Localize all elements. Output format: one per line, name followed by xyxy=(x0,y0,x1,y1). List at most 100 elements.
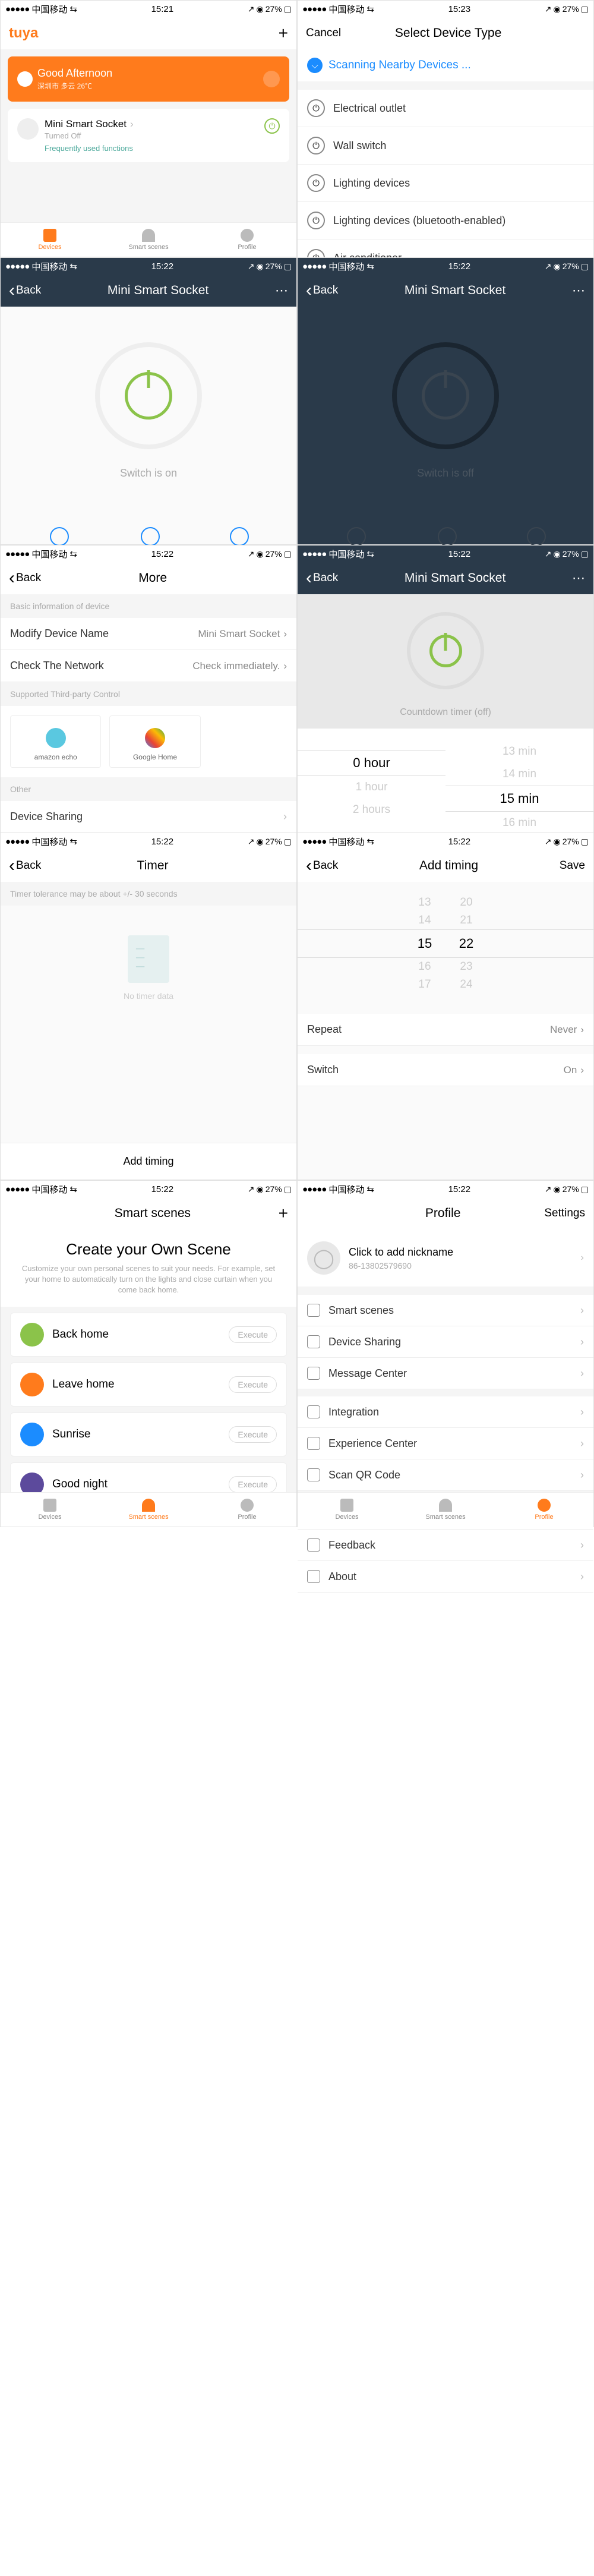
profile-row[interactable]: Feedback› xyxy=(298,1530,593,1561)
chevron-right-icon: › xyxy=(580,1539,584,1552)
scanning-row[interactable]: ⌵Scanning Nearby Devices ... xyxy=(298,49,593,81)
more-icon[interactable]: ⋯ xyxy=(572,283,585,298)
more-icon[interactable]: ⋯ xyxy=(572,570,585,586)
screen-home: ●●●●●中国移动⇆ 15:21 ↗◉27%▢ tuya + Good Afte… xyxy=(0,0,297,257)
profile-header[interactable]: ◯ Click to add nickname86-13802579690 › xyxy=(298,1229,593,1287)
page-title: Smart scenes xyxy=(115,1206,191,1221)
timer-icon xyxy=(527,527,546,546)
back-button[interactable]: Back xyxy=(9,572,41,585)
profile-row[interactable]: Smart scenes› xyxy=(298,1295,593,1326)
chevron-right-icon: › xyxy=(580,1064,584,1076)
settings-button[interactable]: Settings xyxy=(544,1207,585,1220)
row-icon xyxy=(307,1304,320,1317)
row-icon xyxy=(307,1335,320,1348)
option-row[interactable]: Device Sharing› xyxy=(1,801,296,833)
nickname: Click to add nickname xyxy=(349,1246,453,1259)
power-icon[interactable]: ⏻ xyxy=(264,118,280,134)
logo: tuya xyxy=(9,25,38,42)
back-button[interactable]: Back xyxy=(9,284,41,297)
status-bar: ●●●●●中国移动⇆ 15:23 ↗◉27%▢ xyxy=(298,1,593,17)
avatar-icon: ◯ xyxy=(307,1241,340,1275)
weather-card[interactable]: Good Afternoon深圳市 多云 26℃ xyxy=(8,56,289,102)
power-icon xyxy=(125,372,172,420)
profile-row[interactable]: Integration› xyxy=(298,1396,593,1428)
tab-scenes[interactable]: Smart scenes xyxy=(396,1493,495,1527)
add-icon[interactable]: + xyxy=(279,24,288,43)
cancel-button[interactable]: Cancel xyxy=(306,27,341,40)
alexa-box[interactable]: amazon echo xyxy=(10,715,101,768)
chevron-right-icon: › xyxy=(283,811,287,823)
nav-icon: ↗ xyxy=(248,4,255,14)
tab-profile[interactable]: Profile xyxy=(495,1493,593,1527)
scene-icon xyxy=(20,1323,44,1347)
google-box[interactable]: Google Home xyxy=(109,715,200,768)
countdown-icon xyxy=(141,527,160,546)
profile-row[interactable]: Experience Center› xyxy=(298,1428,593,1459)
switch-status: Switch is off xyxy=(298,467,593,480)
back-button[interactable]: Back xyxy=(306,572,338,585)
profile-row[interactable]: Message Center› xyxy=(298,1358,593,1389)
add-timing-button[interactable]: Add timing xyxy=(1,1143,296,1180)
device-type-row[interactable]: ⏻Lighting devices (bluetooth-enabled) xyxy=(298,202,593,239)
profile-row[interactable]: Device Sharing› xyxy=(298,1326,593,1358)
execute-button[interactable]: Execute xyxy=(229,1476,277,1493)
nav: Back Mini Smart Socket ⋯ xyxy=(298,562,593,594)
status-bar: ●●●●●中国移动⇆ 15:22 ↗◉27%▢ xyxy=(298,258,593,275)
status-bar: ●●●●●中国移动⇆ 15:22 ↗◉27%▢ xyxy=(298,1181,593,1197)
freq-functions[interactable]: Frequently used functions xyxy=(45,144,258,153)
chevron-right-icon: › xyxy=(130,118,134,130)
chevron-right-icon: › xyxy=(580,1367,584,1380)
section-header: Supported Third-party Control xyxy=(1,682,296,706)
page-title: Mini Smart Socket xyxy=(405,571,505,585)
execute-button[interactable]: Execute xyxy=(229,1426,277,1443)
nav: Smart scenes + xyxy=(1,1197,296,1229)
switch-row[interactable]: SwitchOn› xyxy=(298,1054,593,1086)
chevron-right-icon: › xyxy=(580,1024,584,1036)
tab-scenes[interactable]: Smart scenes xyxy=(99,1493,198,1527)
tab-devices[interactable]: Devices xyxy=(298,1493,396,1527)
profile-row[interactable]: About› xyxy=(298,1561,593,1593)
back-button[interactable]: Back xyxy=(9,859,41,872)
page-title: Profile xyxy=(425,1206,461,1221)
back-button[interactable]: Back xyxy=(306,859,338,872)
repeat-row[interactable]: RepeatNever› xyxy=(298,1014,593,1046)
power-button[interactable] xyxy=(392,342,499,449)
add-icon[interactable]: + xyxy=(279,1204,288,1223)
chevron-right-icon: › xyxy=(580,1437,584,1450)
tab-devices[interactable]: Devices xyxy=(1,223,99,257)
tab-scenes[interactable]: Smart scenes xyxy=(99,223,198,257)
execute-button[interactable]: Execute xyxy=(229,1326,277,1343)
time-picker[interactable]: 1320 1421 1522 1623 1724 xyxy=(298,882,593,1005)
power-icon xyxy=(429,635,462,667)
scene-row[interactable]: SunriseExecute xyxy=(10,1412,287,1456)
device-type-row[interactable]: ⏻Lighting devices xyxy=(298,165,593,202)
save-button[interactable]: Save xyxy=(560,859,585,872)
tab-profile[interactable]: Profile xyxy=(198,1493,296,1527)
clock: 15:21 xyxy=(151,4,174,14)
profile-row[interactable]: Scan QR Code› xyxy=(298,1459,593,1491)
page-title: Mini Smart Socket xyxy=(108,283,208,298)
tab-devices[interactable]: Devices xyxy=(1,1493,99,1527)
scan-text: Scanning Nearby Devices ... xyxy=(328,59,471,72)
device-type-row[interactable]: ⏻Electrical outlet xyxy=(298,90,593,127)
power-button[interactable] xyxy=(95,342,202,449)
section-header: Other xyxy=(1,777,296,801)
chevron-right-icon: › xyxy=(580,1571,584,1583)
scene-row[interactable]: Back homeExecute xyxy=(10,1313,287,1357)
more-icon[interactable]: ⋯ xyxy=(275,283,288,298)
scene-icon xyxy=(20,1423,44,1446)
scene-row[interactable]: Leave homeExecute xyxy=(10,1363,287,1407)
modify-name-row[interactable]: Modify Device NameMini Smart Socket› xyxy=(1,618,296,650)
mic-icon[interactable] xyxy=(263,71,280,87)
time-picker[interactable]: 0 hour1 hour2 hours13 min14 min15 min16 … xyxy=(298,729,593,841)
chevron-right-icon: › xyxy=(283,628,287,640)
screen-switch-on: ●●●●●中国移动⇆ 15:22 ↗◉27%▢ Back Mini Smart … xyxy=(0,257,297,545)
status-bar: ●●●●●中国移动⇆ 15:22 ↗◉27%▢ xyxy=(1,1181,296,1197)
device-type-row[interactable]: ⏻Wall switch xyxy=(298,127,593,165)
back-button[interactable]: Back xyxy=(306,284,338,297)
execute-button[interactable]: Execute xyxy=(229,1376,277,1393)
nav: Back Add timing Save xyxy=(298,850,593,882)
device-card[interactable]: Mini Smart Socket› Turned Off Frequently… xyxy=(8,109,289,162)
check-network-row[interactable]: Check The NetworkCheck immediately.› xyxy=(1,650,296,682)
tab-profile[interactable]: Profile xyxy=(198,223,296,257)
